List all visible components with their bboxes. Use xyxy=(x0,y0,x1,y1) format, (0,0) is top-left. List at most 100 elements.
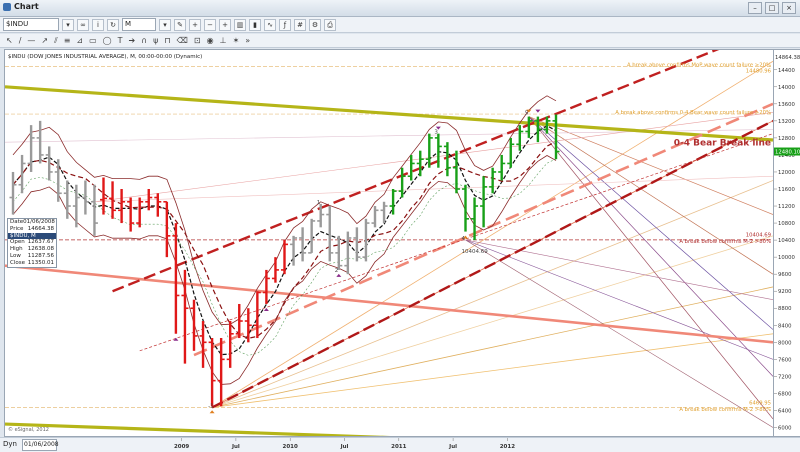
crosshair-icon[interactable]: + xyxy=(219,18,231,31)
low-value: 11287.56 xyxy=(27,252,54,259)
cycle-icon[interactable]: ∩ xyxy=(141,36,147,45)
y-tick-label: 11200 xyxy=(778,204,795,210)
x-tick-label: Jul xyxy=(340,444,349,450)
x-tick-label: 2011 xyxy=(391,444,406,450)
eraser-icon[interactable]: ⌫ xyxy=(177,36,188,45)
zoom-out-icon[interactable]: − xyxy=(204,18,216,31)
date-label: Date xyxy=(10,219,24,225)
ray-icon[interactable]: ↗ xyxy=(41,36,48,45)
bear-break-line xyxy=(211,119,773,409)
y-tick-label: 14000 xyxy=(778,85,795,91)
candlestick-icon[interactable]: ▮ xyxy=(249,18,261,31)
chart-area[interactable]: -1 1 2 3 4 10404.69 5 A break above confirms Mo… xyxy=(4,49,774,437)
bar-chart-icon[interactable]: ▥ xyxy=(234,18,246,31)
fibonacci-icon[interactable]: ≡ xyxy=(64,36,71,45)
refresh-icon[interactable]: ↻ xyxy=(107,18,119,31)
close-icon[interactable]: × xyxy=(782,2,796,14)
magnet-icon[interactable]: ⊓ xyxy=(164,36,170,45)
price-axis[interactable]: 6000 6400 6800 7200 7600 8000 8400 8800 9200 9600… xyxy=(774,49,800,437)
price-bar xyxy=(72,184,80,228)
price-bar xyxy=(136,197,144,228)
chart-header: $INDU (DOW JONES INDUSTRIAL AVERAGE), M,… xyxy=(8,54,202,60)
cursor-icon[interactable]: ↖ xyxy=(6,36,13,45)
top-price-label: 14864.38 xyxy=(775,55,800,61)
arrow-tool-icon[interactable]: ➔ xyxy=(129,36,136,45)
zoom-in-icon[interactable]: + xyxy=(189,18,201,31)
horizontal-line-icon[interactable]: — xyxy=(27,36,35,45)
more-icon[interactable]: » xyxy=(245,36,250,45)
price-bar xyxy=(81,180,89,215)
ellipse-icon[interactable]: ◯ xyxy=(103,36,112,45)
close-label: Close xyxy=(10,259,25,266)
price-bar xyxy=(90,184,98,236)
y-tick-label: 8400 xyxy=(778,323,792,329)
high-label: High xyxy=(10,246,23,253)
y-tick-label: 10400 xyxy=(778,238,795,244)
lock-icon[interactable]: ⊡ xyxy=(194,36,201,45)
y-tick-label: 6000 xyxy=(778,425,792,431)
pivot-marker-1 xyxy=(209,410,215,414)
annotation-0: A break above confirms MoP wave count fa… xyxy=(627,62,771,68)
interval-input[interactable]: M xyxy=(122,18,156,31)
trendline-icon[interactable]: / xyxy=(19,36,22,45)
price-bar xyxy=(18,154,26,194)
price-bar xyxy=(308,218,316,254)
y-tick-label: 7600 xyxy=(778,357,792,363)
draw-pencil-icon[interactable]: ✎ xyxy=(174,18,186,31)
price-chart[interactable]: -1 1 2 3 4 10404.69 5 A break above confirms Mo… xyxy=(5,50,773,436)
p4-fan-line-1 xyxy=(465,239,773,360)
price-bar xyxy=(127,197,135,232)
line-chart-icon[interactable]: ∿ xyxy=(264,18,276,31)
price-bar xyxy=(371,206,379,228)
price-bar xyxy=(407,154,415,181)
price-bar xyxy=(118,189,126,224)
x-tick-label: 2009 xyxy=(174,444,189,450)
price-bar xyxy=(416,150,424,177)
arrow-down-icon[interactable]: ▾ xyxy=(62,18,74,31)
y-tick-label: 12800 xyxy=(778,136,795,142)
settings-icon[interactable]: ⚙ xyxy=(309,18,321,31)
fan-line-3 xyxy=(211,235,773,408)
price-value: 14664.38 xyxy=(27,225,54,232)
print-icon[interactable]: ⎙ xyxy=(324,18,336,31)
y-tick-label: 6400 xyxy=(778,408,792,414)
gann-fan-icon[interactable]: ⊿ xyxy=(76,36,83,45)
price-bar xyxy=(208,338,216,407)
star-icon[interactable]: ✶ xyxy=(233,36,240,45)
channel-icon[interactable]: ⫽ xyxy=(54,36,58,46)
pivot-label-2: 2 xyxy=(335,268,339,274)
minimize-icon[interactable]: – xyxy=(748,2,762,14)
time-axis[interactable]: 2009 Jul 2010 Jul 2011 Jul 2012 xyxy=(4,438,774,451)
y-tick-label: 10000 xyxy=(778,255,795,261)
maximize-icon[interactable]: □ xyxy=(765,2,779,14)
price-bar xyxy=(489,167,497,194)
text-tool-icon[interactable]: T xyxy=(118,36,123,45)
rectangle-icon[interactable]: ▭ xyxy=(89,36,97,45)
price-bars xyxy=(9,109,560,414)
y-tick-label: 13200 xyxy=(778,119,795,125)
price-bar xyxy=(498,154,506,181)
window-controls: – □ × xyxy=(748,2,796,14)
symbol-input[interactable]: $INDU xyxy=(3,18,59,31)
price-bar xyxy=(281,240,288,275)
price-bar xyxy=(109,181,117,219)
low-label: Low xyxy=(10,252,21,259)
y-tick-label: 8000 xyxy=(778,340,792,346)
pitchfork-icon[interactable]: ψ xyxy=(153,36,158,45)
info-icon[interactable]: i xyxy=(92,18,104,31)
measure-icon[interactable]: ⊥ xyxy=(220,36,227,45)
thin-line-1 xyxy=(94,175,773,203)
y-tick-label: 10800 xyxy=(778,221,795,227)
study-icon[interactable]: ƒ xyxy=(279,18,291,31)
top-fan-line-0 xyxy=(528,116,773,420)
drawing-toolbar: ↖ / — ↗ ⫽ ≡ ⊿ ▭ ◯ T ➔ ∩ ψ ⊓ ⌫ ⊡ ◉ ⊥ ✶ » xyxy=(0,34,800,48)
grid-icon[interactable]: # xyxy=(294,18,306,31)
annotation-7: A break below confirms M-2 >80% xyxy=(679,407,771,413)
chevron-down-icon[interactable]: ▾ xyxy=(159,18,171,31)
link-icon[interactable]: ∞ xyxy=(77,18,89,31)
p4-fan-line-2 xyxy=(465,239,773,301)
y-tick-label: 13600 xyxy=(778,102,795,108)
open-value: 12637.67 xyxy=(27,239,54,246)
pivot-marker-2 xyxy=(263,307,269,311)
eye-icon[interactable]: ◉ xyxy=(207,36,214,45)
